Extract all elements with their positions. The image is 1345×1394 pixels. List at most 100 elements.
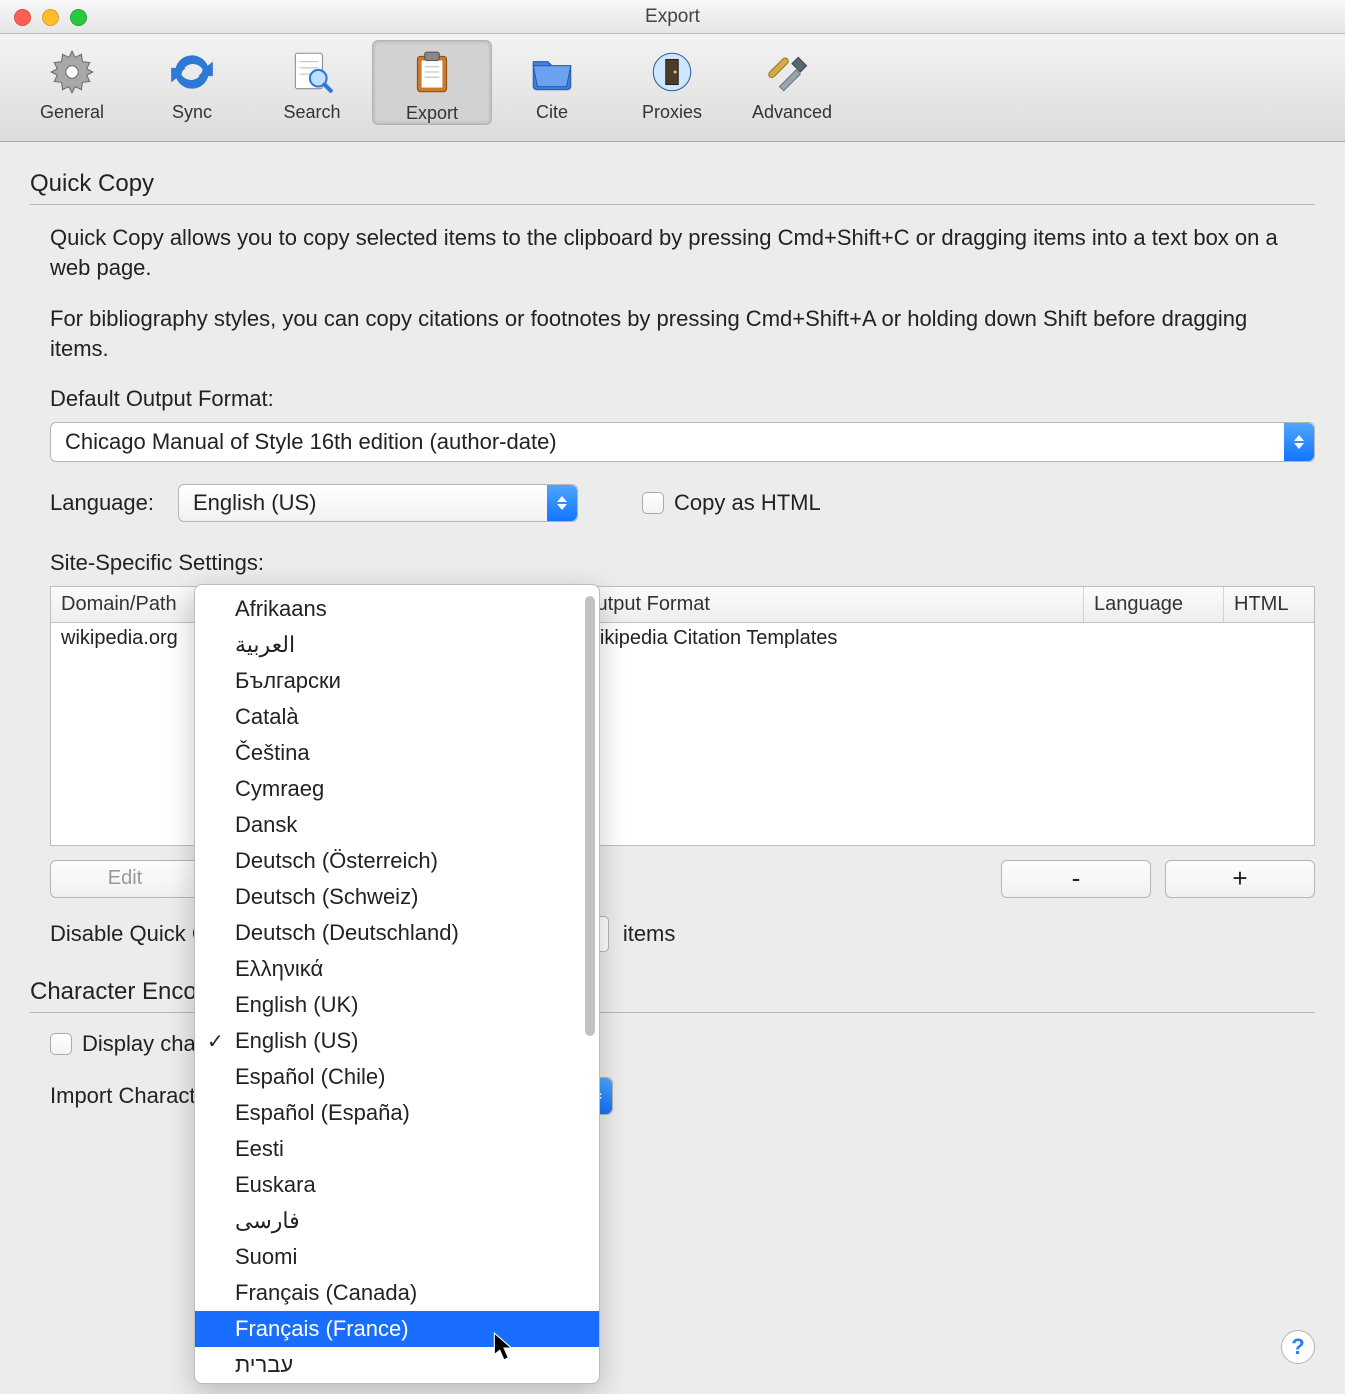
disable-suffix: items: [623, 921, 676, 947]
language-option[interactable]: Deutsch (Deutschland): [195, 915, 599, 951]
language-option-label: Deutsch (Deutschland): [235, 920, 459, 946]
edit-button[interactable]: Edit: [50, 860, 200, 898]
scrollbar[interactable]: [585, 591, 595, 1377]
th-language[interactable]: Language: [1084, 587, 1224, 622]
tools-icon: [764, 44, 820, 100]
display-encoding-checkbox[interactable]: [50, 1033, 72, 1055]
sync-icon: [164, 44, 220, 100]
copy-as-html-row: Copy as HTML: [642, 490, 821, 516]
language-option-label: Cymraeg: [235, 776, 324, 802]
language-option[interactable]: Afrikaans: [195, 591, 599, 627]
language-option[interactable]: العربية: [195, 627, 599, 663]
language-label: Language:: [50, 490, 154, 516]
checkmark-icon: ✓: [207, 1029, 224, 1054]
language-option[interactable]: Cymraeg: [195, 771, 599, 807]
language-option-label: English (UK): [235, 992, 358, 1018]
quick-copy-desc-1: Quick Copy allows you to copy selected i…: [50, 223, 1300, 282]
language-option[interactable]: עברית: [195, 1347, 599, 1383]
tab-sync[interactable]: Sync: [132, 40, 252, 123]
language-option[interactable]: Euskara: [195, 1167, 599, 1203]
tab-proxies-label: Proxies: [642, 102, 702, 123]
language-option-label: Deutsch (Österreich): [235, 848, 438, 874]
quick-copy-desc-2: For bibliography styles, you can copy ci…: [50, 304, 1300, 363]
language-dropdown-menu[interactable]: Afrikaans العربية Български Català Čeština Cy…: [194, 584, 600, 1384]
tab-export[interactable]: Export: [372, 40, 492, 125]
copy-as-html-checkbox[interactable]: [642, 492, 664, 514]
language-select[interactable]: English (US): [178, 484, 578, 522]
language-option-label: Deutsch (Schweiz): [235, 884, 418, 910]
language-option[interactable]: Español (Chile): [195, 1059, 599, 1095]
search-page-icon: [284, 44, 340, 100]
language-option[interactable]: Čeština: [195, 735, 599, 771]
language-option-label: Ελληνικά: [235, 956, 323, 982]
tab-general[interactable]: General: [12, 40, 132, 123]
th-html[interactable]: HTML: [1224, 587, 1314, 622]
language-option[interactable]: Català: [195, 699, 599, 735]
language-option-label: العربية: [235, 632, 295, 658]
tab-sync-label: Sync: [172, 102, 212, 123]
language-option[interactable]: Deutsch (Schweiz): [195, 879, 599, 915]
window-title: Export: [645, 6, 700, 28]
clipboard-icon: [404, 45, 460, 101]
tab-cite[interactable]: Cite: [492, 40, 612, 123]
language-option-label: Español (España): [235, 1100, 410, 1126]
language-option-label: Български: [235, 668, 341, 694]
minimize-window-button[interactable]: [42, 9, 59, 26]
add-button[interactable]: +: [1165, 860, 1315, 898]
language-option-label: Euskara: [235, 1172, 316, 1198]
scrollbar-thumb[interactable]: [585, 596, 595, 1036]
language-option-label: Français (France): [235, 1316, 409, 1342]
close-window-button[interactable]: [14, 9, 31, 26]
language-option-label: Čeština: [235, 740, 310, 766]
language-option-label: Afrikaans: [235, 596, 327, 622]
quick-copy-heading: Quick Copy: [30, 170, 1315, 198]
language-option[interactable]: Eesti: [195, 1131, 599, 1167]
folder-icon: [524, 44, 580, 100]
door-icon: [644, 44, 700, 100]
language-option-label: Suomi: [235, 1244, 297, 1270]
language-option[interactable]: Deutsch (Österreich): [195, 843, 599, 879]
tab-general-label: General: [40, 102, 104, 123]
tab-export-label: Export: [406, 103, 458, 124]
language-option-label: Dansk: [235, 812, 297, 838]
language-option-label: English (US): [235, 1028, 358, 1054]
cursor-icon: [493, 1332, 515, 1362]
tab-search[interactable]: Search: [252, 40, 372, 123]
tab-advanced[interactable]: Advanced: [732, 40, 852, 123]
language-option-label: עברית: [235, 1352, 293, 1378]
td-format: Wikipedia Citation Templates: [571, 627, 1084, 650]
tab-search-label: Search: [283, 102, 340, 123]
language-option-label: Français (Canada): [235, 1280, 417, 1306]
language-option[interactable]: Français (France): [195, 1311, 599, 1347]
default-output-format-select[interactable]: Chicago Manual of Style 16th edition (au…: [50, 422, 1315, 462]
divider: [30, 204, 1315, 205]
language-option[interactable]: ✓ English (US): [195, 1023, 599, 1059]
site-specific-label: Site-Specific Settings:: [50, 550, 1315, 576]
language-option[interactable]: Français (Canada): [195, 1275, 599, 1311]
updown-icon: [547, 485, 577, 521]
language-option[interactable]: Dansk: [195, 807, 599, 843]
language-option[interactable]: Български: [195, 663, 599, 699]
language-option[interactable]: Ελληνικά: [195, 951, 599, 987]
language-option[interactable]: English (UK): [195, 987, 599, 1023]
window-controls: [14, 9, 87, 26]
th-format[interactable]: Output Format: [571, 587, 1084, 622]
language-option[interactable]: فارسی: [195, 1203, 599, 1239]
tab-cite-label: Cite: [536, 102, 568, 123]
remove-button[interactable]: -: [1001, 860, 1151, 898]
gear-icon: [44, 44, 100, 100]
default-output-format-label: Default Output Format:: [50, 386, 1315, 412]
zoom-window-button[interactable]: [70, 9, 87, 26]
language-option-label: فارسی: [235, 1208, 300, 1234]
language-option[interactable]: Suomi: [195, 1239, 599, 1275]
language-option[interactable]: Español (España): [195, 1095, 599, 1131]
language-option-label: Català: [235, 704, 299, 730]
tab-proxies[interactable]: Proxies: [612, 40, 732, 123]
language-option-label: Español (Chile): [235, 1064, 385, 1090]
preferences-toolbar: General Sync Search Export Cite Proxies: [0, 34, 1345, 142]
default-output-format-value: Chicago Manual of Style 16th edition (au…: [51, 429, 1284, 455]
tab-advanced-label: Advanced: [752, 102, 832, 123]
titlebar: Export: [0, 0, 1345, 34]
updown-icon: [1284, 423, 1314, 461]
help-button[interactable]: ?: [1281, 1330, 1315, 1364]
